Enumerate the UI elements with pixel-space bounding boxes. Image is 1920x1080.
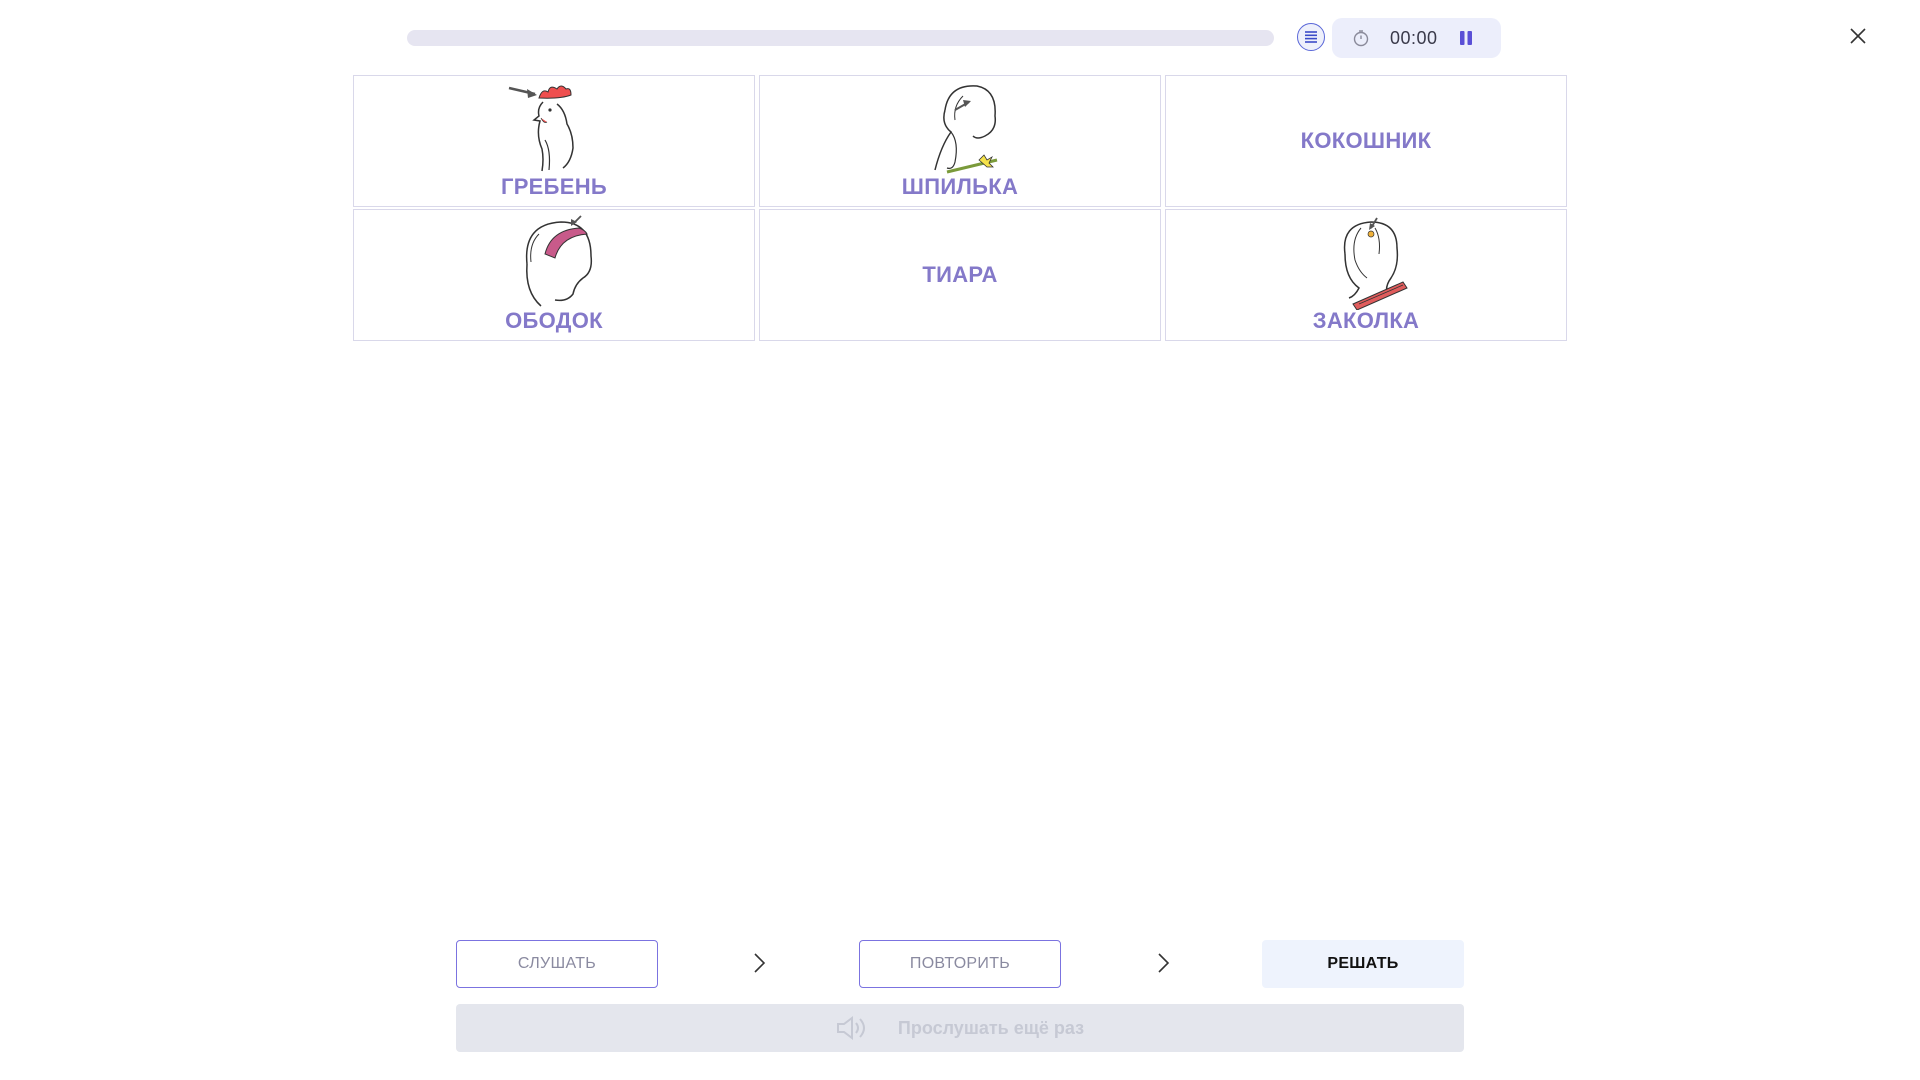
word-card[interactable]: ОБОДОК xyxy=(353,209,755,341)
word-card[interactable]: ШПИЛЬКА xyxy=(759,75,1161,207)
card-label: ГРЕБЕНЬ xyxy=(500,174,608,199)
word-cards-grid: ГРЕБЕНЬ ШПИЛЬКА КОКОШНИК ОБОДОК ТИАРА ЗА… xyxy=(353,75,1567,341)
rooster-comb-icon xyxy=(508,85,574,172)
card-label: КОКОШНИК xyxy=(1300,128,1432,153)
card-label: ОБОДОК xyxy=(505,308,603,333)
list-icon xyxy=(1305,31,1317,43)
task-list-button[interactable] xyxy=(1297,23,1325,51)
word-card[interactable]: ГРЕБЕНЬ xyxy=(353,75,755,207)
card-label: ТИАРА xyxy=(922,262,998,287)
listen-button[interactable]: СЛУШАТЬ xyxy=(456,940,658,988)
pause-icon xyxy=(1459,31,1472,45)
pause-button[interactable] xyxy=(1456,28,1476,48)
card-label: ШПИЛЬКА xyxy=(901,174,1019,199)
word-card[interactable]: ТИАРА xyxy=(759,209,1161,341)
word-card[interactable]: КОКОШНИК xyxy=(1165,75,1567,207)
repeat-button[interactable]: ПОВТОРИТЬ xyxy=(859,940,1061,988)
timer-value: 00:00 xyxy=(1390,27,1438,48)
solve-button[interactable]: РЕШАТЬ xyxy=(1262,940,1464,988)
chevron-right-icon xyxy=(754,953,766,973)
close-icon xyxy=(1850,28,1866,44)
word-card[interactable]: ЗАКОЛКА xyxy=(1165,209,1567,341)
progress-bar xyxy=(407,30,1274,46)
hairpin-icon xyxy=(934,85,998,174)
card-label: ЗАКОЛКА xyxy=(1312,308,1420,333)
close-button[interactable] xyxy=(1846,24,1870,48)
hair-clip-icon xyxy=(1343,217,1408,310)
speaker-icon xyxy=(836,1015,868,1041)
listen-again-button[interactable]: Прослушать ещё раз xyxy=(456,1004,1464,1052)
chevron-right-icon xyxy=(1158,953,1170,973)
timer: 00:00 xyxy=(1332,18,1501,58)
listen-again-label: Прослушать ещё раз xyxy=(897,1017,1085,1038)
stopwatch-icon xyxy=(1353,30,1369,47)
exercise-page: 00:00 ГРЕБЕНЬ ШПИЛЬКА КОКОШНИК ОБОДОК ТИ… xyxy=(0,0,1920,1080)
headband-icon xyxy=(525,215,593,307)
